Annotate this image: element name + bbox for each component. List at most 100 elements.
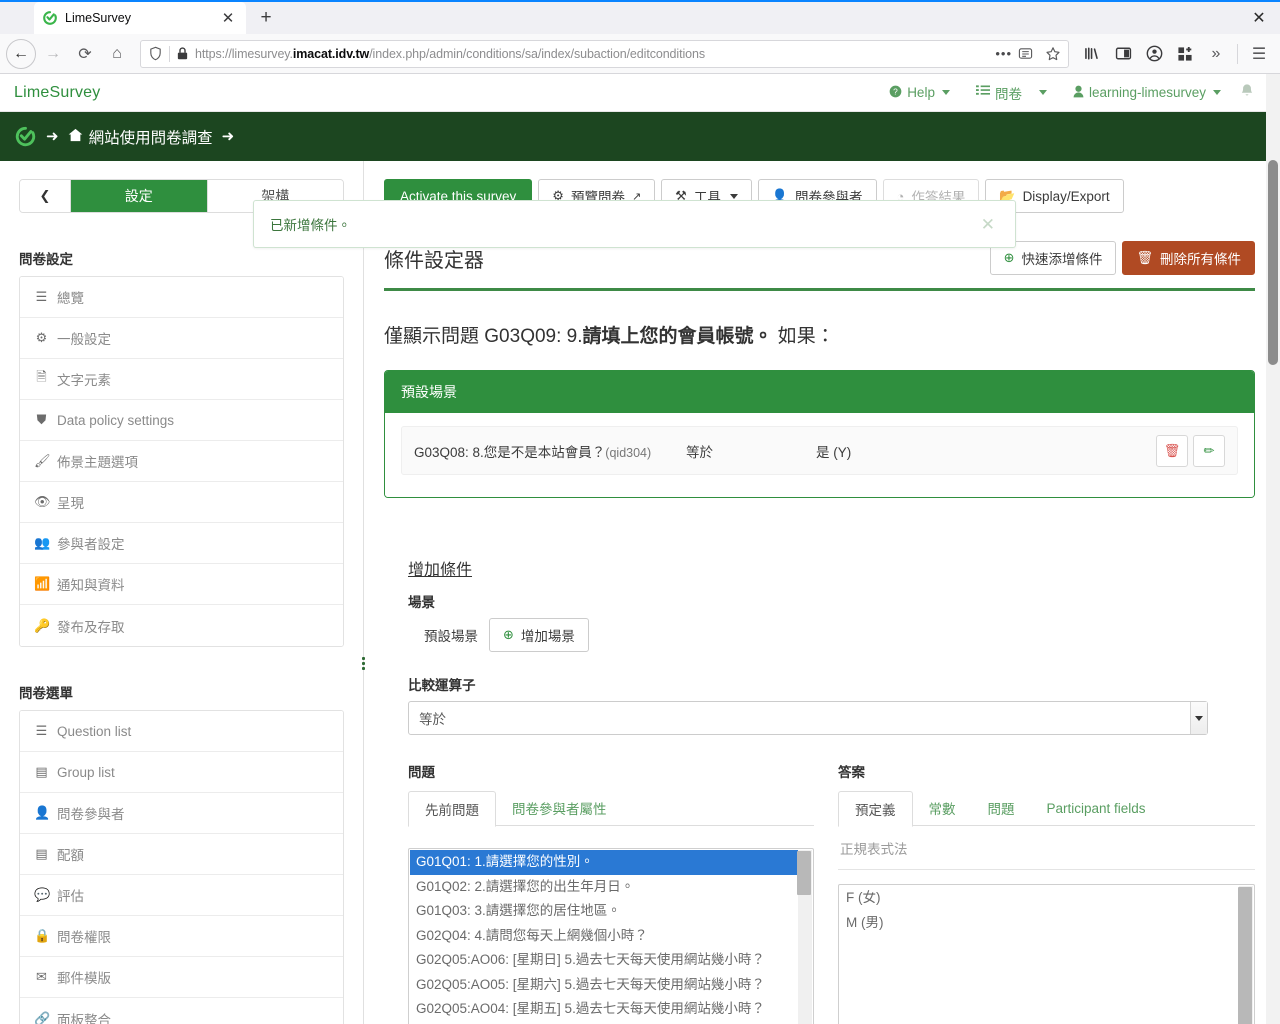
scrollbar-thumb[interactable]	[1268, 160, 1278, 365]
lock-icon[interactable]	[176, 46, 189, 61]
url-text: https://limesurvey.imacat.idv.tw/index.p…	[195, 47, 989, 61]
delete-all-conditions-button[interactable]: 🗑 刪除所有條件	[1122, 241, 1255, 275]
limesurvey-logo-text[interactable]: LimeSurvey	[14, 84, 100, 102]
tab-participant-attributes[interactable]: 問卷參與者屬性	[496, 790, 623, 826]
sidebar-tab-settings-label: 設定	[124, 188, 153, 204]
sidebar-item-assessments[interactable]: 💬 評估	[20, 875, 343, 916]
list-item[interactable]: M (男)	[840, 911, 1253, 936]
window-close-button[interactable]: ✕	[1238, 2, 1280, 34]
breadcrumb-arrow-icon-2: ➜	[221, 128, 235, 145]
quick-add-condition-label: 快速添增條件	[1021, 252, 1103, 267]
sidebar-item-general-settings[interactable]: ⚙ 一般設定	[20, 318, 343, 359]
sidebar-item-label: 發布及存取	[57, 619, 125, 635]
sidebar-inner: ❮ 設定 架構 問卷設定 ☰ 總覽 ⚙ 一般設定 🗎 文字元素 ⛊ Data polic…	[0, 161, 363, 1024]
extensions-icon[interactable]	[1170, 39, 1200, 69]
sidebar-item-survey-permissions[interactable]: 🔒 問卷權限	[20, 916, 343, 957]
page-scrollbar[interactable]	[1266, 74, 1280, 1024]
back-button[interactable]: ←	[6, 38, 36, 69]
list-item[interactable]: G01Q01: 1.請選擇您的性別。	[410, 850, 812, 875]
reader-mode-icon[interactable]	[1018, 46, 1033, 61]
list-item[interactable]: G02Q05:AO04: [星期五] 5.過去七天每天使用網站幾小時？	[410, 997, 812, 1022]
new-tab-button[interactable]: +	[250, 2, 282, 34]
sidebar-item-label: 問卷參與者	[57, 807, 125, 822]
scrollbar-thumb[interactable]	[1238, 887, 1252, 1024]
reload-button[interactable]: ⟳	[70, 39, 100, 69]
sidebar-item-label: 總覽	[57, 291, 84, 306]
sidebar-item-question-list[interactable]: ☰ Question list	[20, 711, 343, 752]
bookmark-star-icon[interactable]	[1045, 46, 1061, 62]
list-item[interactable]: G02Q05:AO06: [星期日] 5.過去七天每天使用網站幾小時？	[410, 948, 812, 973]
notification-toast: 已新增條件。 ✕	[253, 200, 1016, 248]
list-item[interactable]: G01Q03: 3.請選擇您的居住地區。	[410, 899, 812, 924]
topbar-nav: ? Help 問卷 learning-limesurvey	[876, 74, 1266, 112]
key-icon: 🔑	[34, 617, 51, 633]
answer-listbox[interactable]: F (女) M (男)	[838, 884, 1255, 1024]
tab-previous-questions[interactable]: 先前問題	[408, 791, 496, 827]
tabstrip-spacer	[0, 0, 34, 34]
user-label: learning-limesurvey	[1088, 85, 1206, 100]
sidebar-back-button[interactable]: ❮	[20, 180, 71, 212]
paintbrush-icon: 🖌	[34, 453, 51, 468]
bell-icon[interactable]	[1234, 83, 1266, 103]
forward-button[interactable]: →	[38, 39, 68, 69]
limesurvey-logo-icon[interactable]	[14, 125, 37, 148]
scenario-field-label: 場景	[408, 595, 435, 610]
tab-participant-fields[interactable]: Participant fields	[1031, 790, 1162, 826]
sidebar-list-survey-settings: ☰ 總覽 ⚙ 一般設定 🗎 文字元素 ⛊ Data policy settings 🖌 佈…	[19, 276, 344, 647]
delete-condition-button[interactable]: 🗑	[1156, 434, 1188, 467]
app-menu-button[interactable]: ☰	[1244, 39, 1274, 69]
help-menu[interactable]: ? Help	[876, 74, 963, 112]
question-listbox-scrollbar[interactable]	[797, 850, 812, 1024]
sidebar-toggle-icon[interactable]	[1108, 39, 1138, 69]
list-item[interactable]: G02Q05:AO05: [星期六] 5.過去七天每天使用網站幾小時？	[410, 973, 812, 998]
sidebar-item-data-policy[interactable]: ⛊ Data policy settings	[20, 400, 343, 441]
list-item[interactable]: F (女)	[840, 886, 1253, 911]
question-listbox[interactable]: G01Q01: 1.請選擇您的性別。 G01Q02: 2.請選擇您的出生年月日。…	[408, 848, 814, 1024]
tab-constant[interactable]: 常數	[913, 790, 972, 826]
sidebar-item-panel-integration[interactable]: 🔗 面板整合	[20, 998, 343, 1024]
sidebar-item-presentation[interactable]: 👁 呈現	[20, 482, 343, 523]
sidebar-item-quotas[interactable]: ▤ 配額	[20, 834, 343, 875]
home-button[interactable]: ⌂	[102, 39, 132, 69]
tracking-shield-icon[interactable]	[148, 46, 163, 61]
list-item[interactable]: G02Q04: 4.請問您每天上網幾個小時？	[410, 924, 812, 949]
sidebar-item-text-elements[interactable]: 🗎 文字元素	[20, 359, 343, 400]
sidebar-item-publication-access[interactable]: 🔑 發布及存取	[20, 605, 343, 646]
sidebar-item-survey-participants[interactable]: 👤 問卷參與者	[20, 793, 343, 834]
tab-close-icon[interactable]: ✕	[218, 8, 238, 28]
page-viewport: LimeSurvey ? Help 問卷 learning-limesurvey…	[0, 74, 1280, 1024]
toast-message: 已新增條件。	[270, 218, 351, 233]
surveys-menu[interactable]: 問卷	[963, 74, 1035, 112]
tab-question[interactable]: 問題	[972, 790, 1031, 826]
user-icon	[1073, 85, 1084, 101]
trash-icon: 🗑	[1136, 250, 1153, 265]
sidebar-item-email-templates[interactable]: ✉ 郵件模版	[20, 957, 343, 998]
tab-predefined[interactable]: 預定義	[838, 791, 913, 827]
chevron-down-icon[interactable]	[1190, 702, 1207, 734]
overflow-chevron-icon[interactable]: »	[1201, 39, 1231, 69]
sidebar-item-group-list[interactable]: ▤ Group list	[20, 752, 343, 793]
page-actions-icon[interactable]: •••	[995, 46, 1012, 61]
close-icon[interactable]: ✕	[977, 214, 999, 235]
user-menu[interactable]: learning-limesurvey	[1060, 74, 1234, 112]
sidebar-tab-settings[interactable]: 設定	[71, 180, 207, 212]
browser-tab[interactable]: LimeSurvey ✕	[34, 2, 246, 34]
scrollbar-thumb[interactable]	[797, 851, 811, 895]
sidebar-item-participant-settings[interactable]: 👥 參與者設定	[20, 523, 343, 564]
library-icon[interactable]	[1077, 39, 1107, 69]
list-item[interactable]: G01Q02: 2.請選擇您的出生年月日。	[410, 875, 812, 900]
sidebar-item-theme-options[interactable]: 🖌 佈景主題選項	[20, 441, 343, 482]
add-scenario-button[interactable]: ⊕ 增加場景	[489, 618, 589, 652]
sidebar-item-overview[interactable]: ☰ 總覽	[20, 277, 343, 318]
surveys-menu-caret[interactable]	[1035, 74, 1060, 112]
address-bar[interactable]: https://limesurvey.imacat.idv.tw/index.p…	[140, 39, 1069, 68]
comparison-operator-value: 等於	[419, 712, 446, 727]
account-icon[interactable]	[1139, 39, 1169, 69]
sidebar-group-title-survey-menu: 問卷選單	[19, 686, 73, 701]
chevron-down-icon	[1038, 90, 1047, 95]
answer-listbox-scrollbar[interactable]	[1238, 886, 1253, 1024]
breadcrumb-item-survey[interactable]: 網站使用問卷調查	[68, 126, 213, 148]
comparison-operator-select[interactable]: 等於	[408, 701, 1208, 735]
edit-condition-button[interactable]: ✏	[1193, 434, 1225, 467]
sidebar-item-notifications[interactable]: 📶 通知與資料	[20, 564, 343, 605]
